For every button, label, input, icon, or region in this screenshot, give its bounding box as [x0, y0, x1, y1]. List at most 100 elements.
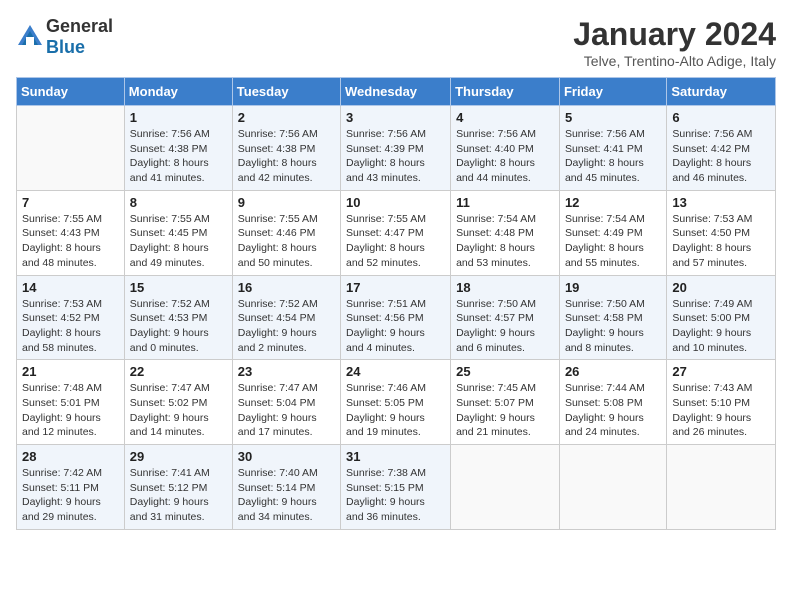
day-daylight: Daylight: 8 hours and 58 minutes.: [22, 327, 101, 354]
day-sunset: Sunset: 4:39 PM: [346, 143, 424, 155]
col-header-thursday: Thursday: [451, 78, 560, 106]
day-sunrise: Sunrise: 7:55 AM: [346, 213, 426, 225]
day-sunrise: Sunrise: 7:50 AM: [565, 298, 645, 310]
logo: General Blue: [16, 16, 113, 58]
day-sunrise: Sunrise: 7:46 AM: [346, 382, 426, 394]
day-sunset: Sunset: 4:38 PM: [238, 143, 316, 155]
day-number: 15: [130, 280, 227, 295]
day-daylight: Daylight: 8 hours and 41 minutes.: [130, 157, 209, 184]
calendar-cell: 15 Sunrise: 7:52 AM Sunset: 4:53 PM Dayl…: [124, 275, 232, 360]
day-sunset: Sunset: 4:48 PM: [456, 227, 534, 239]
day-number: 14: [22, 280, 119, 295]
calendar-cell: 18 Sunrise: 7:50 AM Sunset: 4:57 PM Dayl…: [451, 275, 560, 360]
title-block: January 2024 Telve, Trentino-Alto Adige,…: [573, 16, 776, 69]
logo-text-general: General: [46, 16, 113, 36]
calendar-cell: 27 Sunrise: 7:43 AM Sunset: 5:10 PM Dayl…: [667, 360, 776, 445]
day-sunrise: Sunrise: 7:56 AM: [346, 128, 426, 140]
calendar-cell: 22 Sunrise: 7:47 AM Sunset: 5:02 PM Dayl…: [124, 360, 232, 445]
day-number: 12: [565, 195, 661, 210]
day-daylight: Daylight: 9 hours and 6 minutes.: [456, 327, 535, 354]
day-sunset: Sunset: 4:57 PM: [456, 312, 534, 324]
day-sunrise: Sunrise: 7:56 AM: [238, 128, 318, 140]
day-sunset: Sunset: 4:56 PM: [346, 312, 424, 324]
day-sunset: Sunset: 4:40 PM: [456, 143, 534, 155]
day-number: 4: [456, 110, 554, 125]
page-header: General Blue January 2024 Telve, Trentin…: [16, 16, 776, 69]
col-header-friday: Friday: [559, 78, 666, 106]
day-number: 22: [130, 364, 227, 379]
day-sunset: Sunset: 4:52 PM: [22, 312, 100, 324]
day-daylight: Daylight: 9 hours and 21 minutes.: [456, 412, 535, 439]
day-sunrise: Sunrise: 7:40 AM: [238, 467, 318, 479]
day-daylight: Daylight: 8 hours and 42 minutes.: [238, 157, 317, 184]
day-sunset: Sunset: 5:12 PM: [130, 482, 208, 494]
calendar-title: January 2024: [573, 16, 776, 53]
day-sunset: Sunset: 4:38 PM: [130, 143, 208, 155]
day-sunrise: Sunrise: 7:55 AM: [130, 213, 210, 225]
logo-text-blue: Blue: [46, 37, 85, 57]
day-sunrise: Sunrise: 7:55 AM: [22, 213, 102, 225]
day-sunrise: Sunrise: 7:56 AM: [672, 128, 752, 140]
day-sunset: Sunset: 5:05 PM: [346, 397, 424, 409]
logo-icon: [16, 23, 44, 51]
calendar-cell: 2 Sunrise: 7:56 AM Sunset: 4:38 PM Dayli…: [232, 106, 340, 191]
day-number: 29: [130, 449, 227, 464]
day-sunset: Sunset: 4:58 PM: [565, 312, 643, 324]
day-number: 25: [456, 364, 554, 379]
day-sunrise: Sunrise: 7:49 AM: [672, 298, 752, 310]
day-daylight: Daylight: 9 hours and 12 minutes.: [22, 412, 101, 439]
day-number: 11: [456, 195, 554, 210]
day-daylight: Daylight: 9 hours and 0 minutes.: [130, 327, 209, 354]
day-number: 10: [346, 195, 445, 210]
calendar-cell: 19 Sunrise: 7:50 AM Sunset: 4:58 PM Dayl…: [559, 275, 666, 360]
calendar-cell: 9 Sunrise: 7:55 AM Sunset: 4:46 PM Dayli…: [232, 190, 340, 275]
day-sunrise: Sunrise: 7:38 AM: [346, 467, 426, 479]
day-number: 9: [238, 195, 335, 210]
col-header-saturday: Saturday: [667, 78, 776, 106]
day-sunset: Sunset: 4:42 PM: [672, 143, 750, 155]
day-sunrise: Sunrise: 7:43 AM: [672, 382, 752, 394]
day-number: 27: [672, 364, 770, 379]
day-sunrise: Sunrise: 7:48 AM: [22, 382, 102, 394]
day-daylight: Daylight: 8 hours and 52 minutes.: [346, 242, 425, 269]
day-number: 2: [238, 110, 335, 125]
day-sunrise: Sunrise: 7:56 AM: [565, 128, 645, 140]
day-daylight: Daylight: 8 hours and 49 minutes.: [130, 242, 209, 269]
calendar-cell: [667, 445, 776, 530]
day-daylight: Daylight: 9 hours and 8 minutes.: [565, 327, 644, 354]
calendar-cell: 20 Sunrise: 7:49 AM Sunset: 5:00 PM Dayl…: [667, 275, 776, 360]
col-header-sunday: Sunday: [17, 78, 125, 106]
day-daylight: Daylight: 9 hours and 26 minutes.: [672, 412, 751, 439]
day-sunrise: Sunrise: 7:56 AM: [456, 128, 536, 140]
col-header-tuesday: Tuesday: [232, 78, 340, 106]
day-daylight: Daylight: 9 hours and 29 minutes.: [22, 496, 101, 523]
day-sunrise: Sunrise: 7:50 AM: [456, 298, 536, 310]
calendar-table: SundayMondayTuesdayWednesdayThursdayFrid…: [16, 77, 776, 530]
day-sunset: Sunset: 5:08 PM: [565, 397, 643, 409]
calendar-cell: [559, 445, 666, 530]
calendar-cell: 21 Sunrise: 7:48 AM Sunset: 5:01 PM Dayl…: [17, 360, 125, 445]
day-sunrise: Sunrise: 7:53 AM: [672, 213, 752, 225]
day-number: 26: [565, 364, 661, 379]
calendar-cell: [451, 445, 560, 530]
day-daylight: Daylight: 8 hours and 55 minutes.: [565, 242, 644, 269]
day-daylight: Daylight: 9 hours and 10 minutes.: [672, 327, 751, 354]
day-sunset: Sunset: 5:11 PM: [22, 482, 99, 494]
calendar-cell: 4 Sunrise: 7:56 AM Sunset: 4:40 PM Dayli…: [451, 106, 560, 191]
day-number: 8: [130, 195, 227, 210]
col-header-wednesday: Wednesday: [341, 78, 451, 106]
day-daylight: Daylight: 8 hours and 57 minutes.: [672, 242, 751, 269]
day-daylight: Daylight: 9 hours and 19 minutes.: [346, 412, 425, 439]
day-daylight: Daylight: 9 hours and 36 minutes.: [346, 496, 425, 523]
calendar-cell: [17, 106, 125, 191]
day-daylight: Daylight: 9 hours and 17 minutes.: [238, 412, 317, 439]
day-number: 19: [565, 280, 661, 295]
day-number: 1: [130, 110, 227, 125]
day-sunrise: Sunrise: 7:55 AM: [238, 213, 318, 225]
day-sunrise: Sunrise: 7:52 AM: [238, 298, 318, 310]
day-number: 3: [346, 110, 445, 125]
day-sunrise: Sunrise: 7:54 AM: [565, 213, 645, 225]
day-sunrise: Sunrise: 7:47 AM: [130, 382, 210, 394]
day-sunset: Sunset: 4:43 PM: [22, 227, 100, 239]
day-sunset: Sunset: 4:50 PM: [672, 227, 750, 239]
